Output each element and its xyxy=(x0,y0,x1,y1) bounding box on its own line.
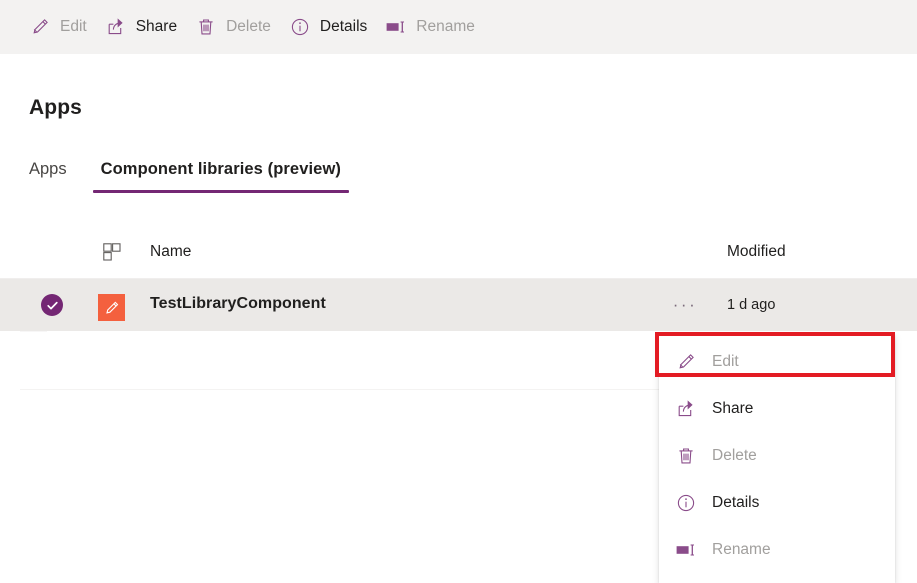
command-edit-label: Edit xyxy=(60,18,87,35)
tab-list: Apps Component libraries (preview) xyxy=(29,160,350,193)
page-title: Apps xyxy=(29,96,82,119)
context-menu-item-rename[interactable]: Rename xyxy=(659,526,895,573)
row-separator xyxy=(20,331,47,332)
tab-apps-label: Apps xyxy=(29,160,67,178)
tab-apps[interactable]: Apps xyxy=(29,160,67,193)
checkmark-circle-icon[interactable] xyxy=(41,294,63,316)
table-row[interactable]: TestLibraryComponent ··· 1 d ago xyxy=(0,279,917,331)
context-menu-item-details-label: Details xyxy=(712,493,760,511)
tab-component-libraries-label: Component libraries (preview) xyxy=(100,160,341,178)
modified-value: 1 d ago xyxy=(727,297,776,313)
component-grid-icon xyxy=(102,242,122,262)
context-menu-item-share-label: Share xyxy=(712,399,754,417)
info-icon xyxy=(289,16,311,38)
context-menu-item-delete[interactable]: Delete xyxy=(659,432,895,479)
pencil-icon xyxy=(29,16,51,38)
command-delete-button[interactable]: Delete xyxy=(191,7,280,47)
rename-icon xyxy=(385,16,407,38)
tab-component-libraries[interactable]: Component libraries (preview) xyxy=(92,160,350,193)
command-share-label: Share xyxy=(135,18,178,35)
list-header-row: Name Modified xyxy=(0,228,917,279)
command-delete-label: Delete xyxy=(226,18,271,35)
column-header-modified[interactable]: Modified xyxy=(727,243,786,261)
command-rename-button[interactable]: Rename xyxy=(381,7,484,47)
app-name-link[interactable]: TestLibraryComponent xyxy=(150,295,326,313)
trash-icon xyxy=(195,16,217,38)
context-menu-item-edit-label: Edit xyxy=(712,352,739,370)
context-menu-item-details[interactable]: Details xyxy=(659,479,895,526)
command-share-button[interactable]: Share xyxy=(101,7,186,47)
rename-icon xyxy=(675,539,697,561)
command-bar: Edit Share Delete Details Rename xyxy=(0,0,917,54)
share-icon xyxy=(675,398,697,420)
command-rename-label: Rename xyxy=(416,18,475,35)
context-menu: Edit Share Delete Details Rename xyxy=(659,334,895,583)
ellipsis-icon[interactable]: ··· xyxy=(671,292,699,318)
command-details-label: Details xyxy=(319,18,368,35)
command-details-button[interactable]: Details xyxy=(285,7,376,47)
share-icon xyxy=(105,16,127,38)
context-menu-item-delete-label: Delete xyxy=(712,446,757,464)
info-icon xyxy=(675,492,697,514)
pencil-icon xyxy=(675,351,697,373)
trash-icon xyxy=(675,445,697,467)
command-edit-button[interactable]: Edit xyxy=(25,7,96,47)
app-pencil-icon xyxy=(98,294,125,321)
column-header-name[interactable]: Name xyxy=(150,243,191,261)
context-menu-item-edit[interactable]: Edit xyxy=(659,338,895,385)
context-menu-item-rename-label: Rename xyxy=(712,540,771,558)
context-menu-item-share[interactable]: Share xyxy=(659,385,895,432)
